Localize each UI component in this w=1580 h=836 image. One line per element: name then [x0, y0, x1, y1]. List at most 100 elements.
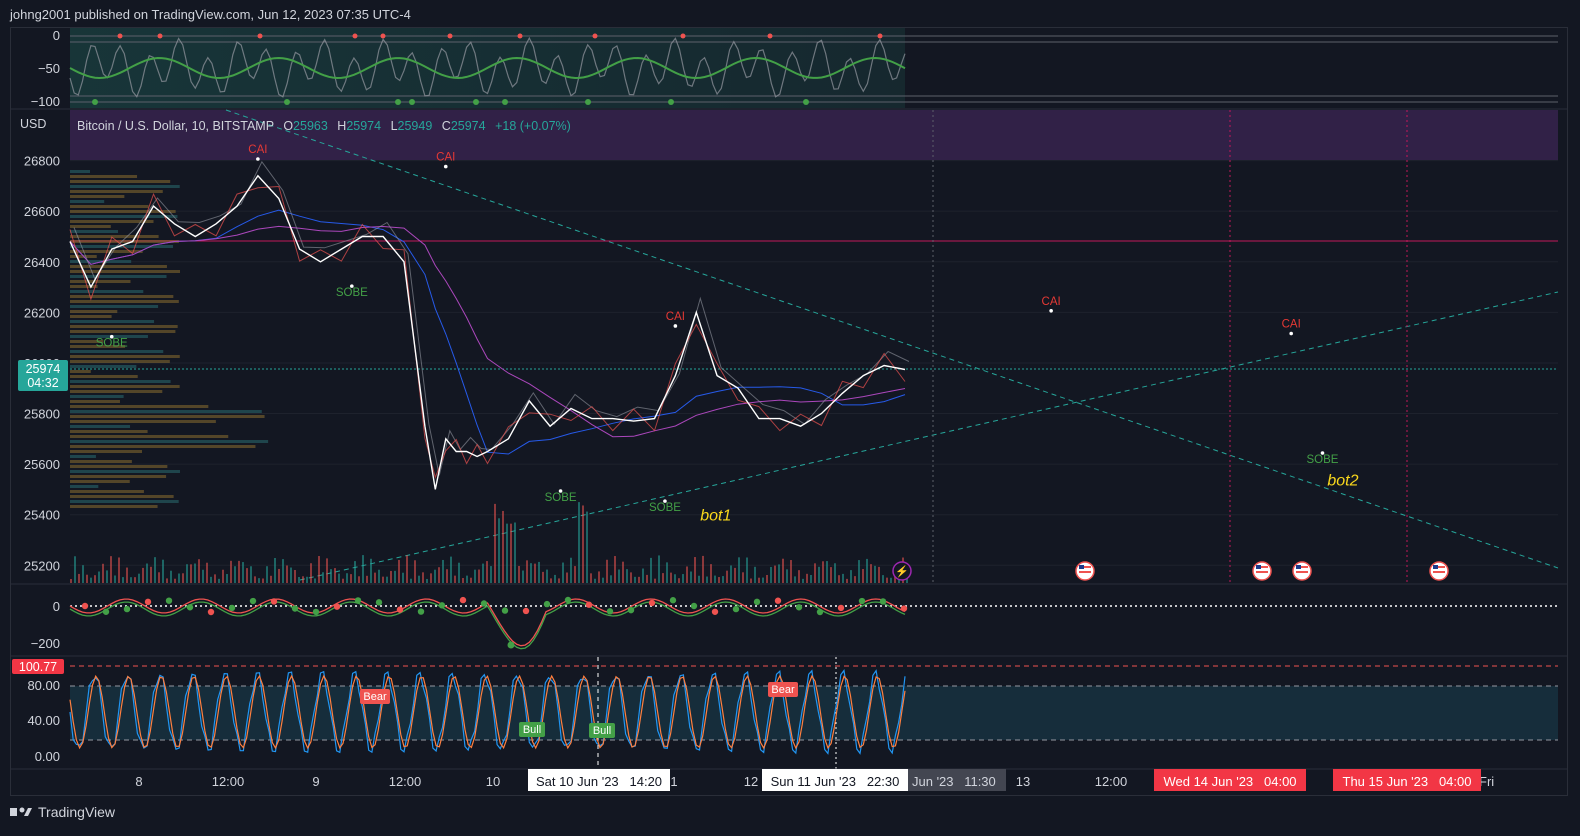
volume-bar	[230, 560, 232, 583]
close-label: C	[442, 119, 451, 133]
volume-profile-bar	[70, 415, 265, 418]
time-tick-12: Fri	[1479, 774, 1494, 789]
volume-bar	[530, 563, 532, 583]
annotation-bot1: bot1	[700, 508, 731, 525]
time-tick-10: 13	[1016, 774, 1030, 789]
open-label: O	[283, 119, 293, 133]
sell-signal-label: CAI	[1282, 319, 1301, 331]
volume-profile-bar	[70, 185, 180, 188]
volume-bar	[370, 558, 372, 583]
top-osc-dot	[117, 33, 123, 39]
open-value: 25963	[293, 119, 328, 133]
volume-bar	[654, 578, 656, 583]
momentum-dot	[507, 641, 515, 649]
sell-signal-label: CAI	[666, 311, 685, 323]
volume-bar	[794, 576, 796, 583]
us-flag-event-icons[interactable]	[1075, 561, 1449, 581]
momentum-dot	[291, 605, 299, 612]
volume-bar	[666, 562, 668, 583]
top-oscillator-panel: 0 −50 −100	[31, 28, 1558, 109]
momentum-dot	[900, 605, 908, 612]
volume-profile-bar	[70, 410, 262, 413]
top-osc-dot	[585, 99, 591, 105]
buy-signal-label: SOBE	[96, 338, 128, 350]
top-osc-dot	[680, 33, 686, 39]
volume-profile-bar	[70, 330, 176, 333]
volume-profile-bar	[70, 495, 174, 498]
high-value: 25974	[346, 119, 381, 133]
volume-bar	[458, 562, 460, 583]
symbol-legend[interactable]: Bitcoin / U.S. Dollar, 10, BITSTAMP O259…	[77, 119, 571, 133]
time-axis[interactable]: 8 12:00 9 12:00 10 1 12 Jun '23 11:30 13…	[135, 769, 1494, 791]
volume-bar	[614, 556, 616, 583]
momentum-dot	[501, 607, 509, 614]
volume-bar	[882, 575, 884, 583]
buy-signal-label: SOBE	[649, 502, 681, 514]
volume-bar	[602, 577, 604, 583]
volume-bar	[866, 558, 868, 583]
volume-profile-bar	[70, 390, 163, 393]
volume-profile-bar	[70, 370, 91, 373]
volume-profile-bar	[70, 300, 179, 303]
chart-canvas[interactable]: 0 −50 −100 CAI CAI CAI CAI CAI SOBE SOBE SOBE SO…	[0, 0, 1580, 836]
volume-bar	[330, 569, 332, 583]
volume-bar	[862, 569, 864, 583]
stoch-bear-label-2: Bear	[768, 682, 798, 697]
volume-profile-bar	[70, 200, 105, 203]
volume-bar	[582, 505, 584, 583]
momentum-dot	[732, 605, 740, 613]
volume-bar	[478, 569, 480, 583]
momentum-dot	[858, 597, 866, 605]
momentum-dot	[669, 597, 677, 604]
volume-profile-bar	[70, 325, 178, 328]
volume-bar	[494, 503, 496, 583]
volume-bar	[114, 575, 116, 583]
volume-bar	[242, 562, 244, 583]
volume-bar	[698, 575, 700, 583]
volume-bar	[766, 574, 768, 583]
volume-bar	[174, 578, 176, 583]
volume-bar	[678, 578, 680, 583]
footer-brand[interactable]: TradingView	[10, 804, 115, 820]
volume-bar	[234, 566, 236, 583]
volume-bar	[434, 569, 436, 583]
volume-bar	[446, 569, 448, 583]
momentum-dot	[522, 607, 530, 615]
volume-profile-bar	[70, 190, 163, 193]
volume-bar	[182, 573, 184, 583]
volume-bar	[658, 555, 660, 583]
volume-bar	[194, 563, 196, 583]
volume-bar	[642, 568, 644, 583]
volume-bar	[622, 561, 624, 583]
momentum-dot	[627, 606, 635, 614]
volume-profile-bar	[70, 365, 137, 368]
low-value: 25949	[398, 119, 433, 133]
volume-bar	[518, 565, 520, 583]
volume-bar	[374, 572, 376, 583]
volume-bar	[734, 567, 736, 583]
momentum-tick-0: 0	[53, 599, 60, 614]
volume-bar	[290, 567, 292, 583]
lightning-event-icon[interactable]: ⚡	[892, 561, 912, 581]
volume-profile-bar	[70, 350, 164, 353]
volume-profile-bar	[70, 375, 138, 378]
volume-bar	[410, 578, 412, 583]
volume-bar	[214, 574, 216, 583]
volume-bar	[562, 562, 564, 583]
volume-profile-bar	[70, 265, 167, 268]
volume-bar	[454, 575, 456, 583]
momentum-dot	[438, 602, 446, 609]
volume-bar	[334, 568, 336, 583]
volume-bar	[806, 573, 808, 583]
momentum-dot	[354, 597, 362, 604]
price-tick-label: 25600	[24, 457, 60, 472]
volume-bar	[546, 569, 548, 583]
volume-bar	[510, 523, 512, 583]
momentum-dot	[690, 602, 698, 610]
momentum-dot	[480, 600, 488, 607]
volume-profile-bar	[70, 180, 171, 183]
svg-text:⚡: ⚡	[895, 565, 909, 578]
volume-bar	[402, 572, 404, 583]
stoch-value: 100.77	[19, 660, 57, 674]
momentum-dot	[606, 608, 614, 615]
